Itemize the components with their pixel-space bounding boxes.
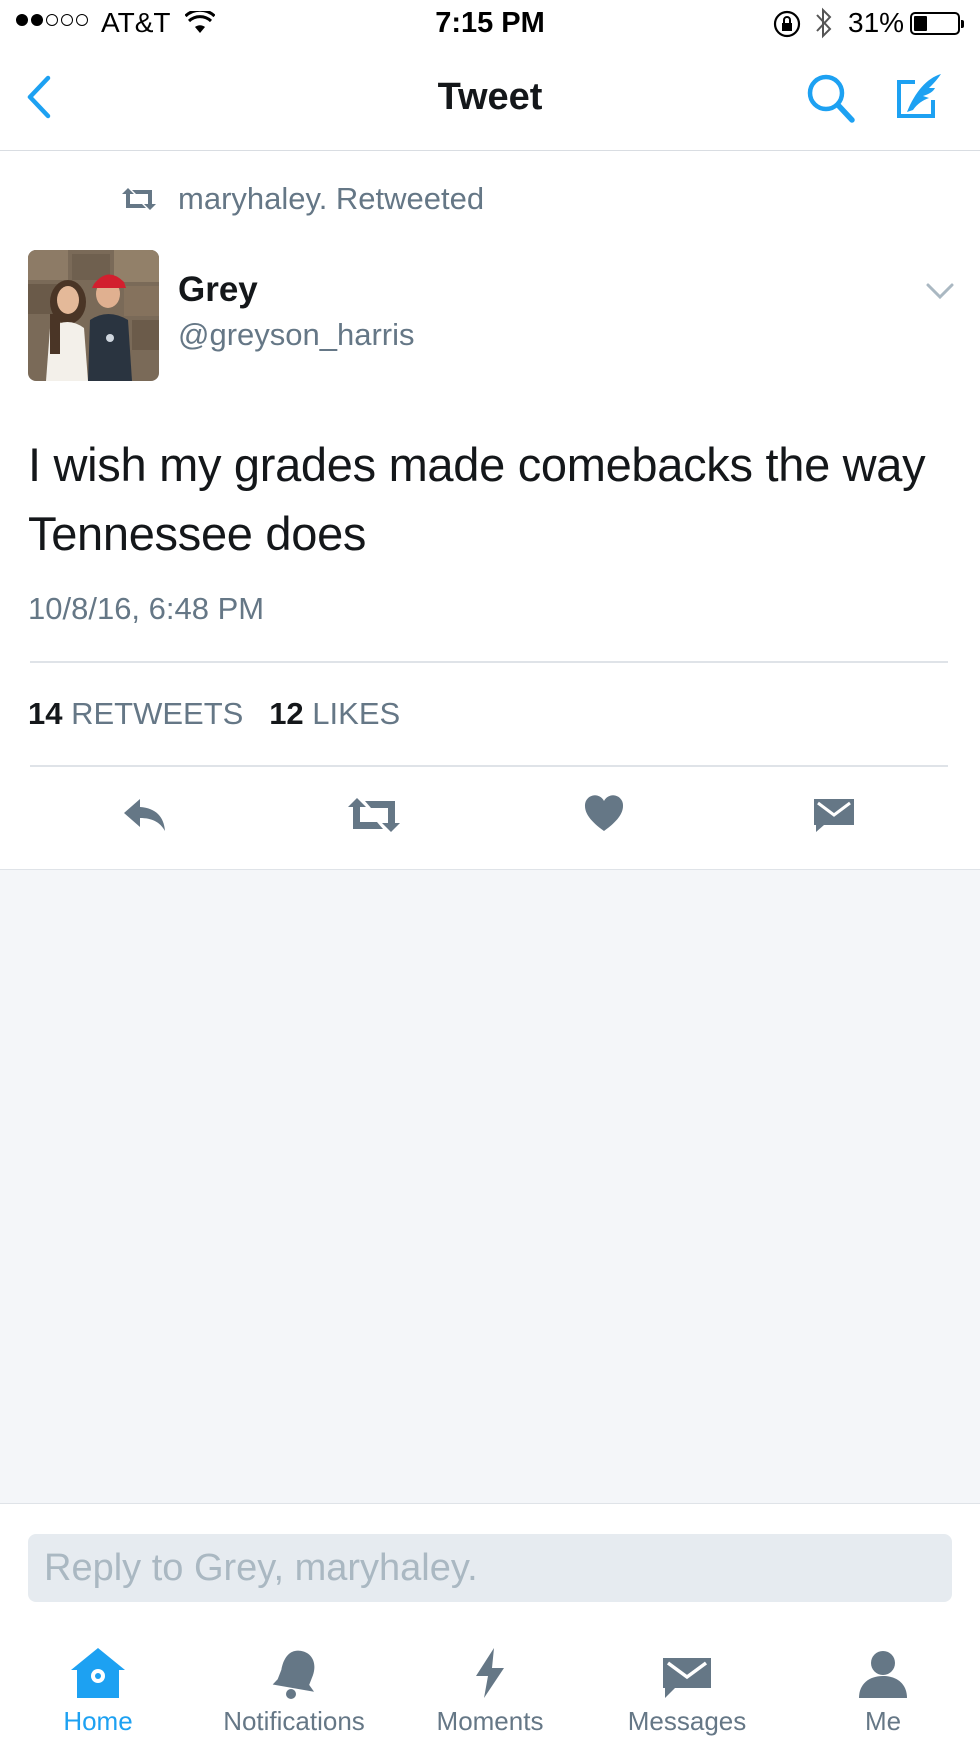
retweet-button[interactable]	[346, 795, 402, 840]
like-icon	[584, 795, 624, 831]
battery-level	[914, 16, 927, 31]
tweet-options-button[interactable]	[925, 282, 955, 305]
tab-messages-label: Messages	[627, 1706, 747, 1736]
retweet-icon	[348, 798, 400, 832]
person-icon	[859, 1651, 907, 1698]
likes-stat[interactable]: 12 LIKES	[269, 696, 400, 731]
direct-message-icon	[814, 799, 854, 832]
navigation-bar: Tweet	[0, 50, 980, 151]
replies-area	[0, 869, 980, 1504]
tweet-text: I wish my grades made comebacks the way …	[28, 438, 926, 560]
tab-messages[interactable]: Messages	[597, 1640, 777, 1737]
envelope-icon	[663, 1658, 711, 1698]
tab-moments[interactable]: Moments	[400, 1640, 580, 1737]
search-button[interactable]	[805, 72, 857, 131]
retweets-label: RETWEETS	[71, 696, 244, 731]
compose-tweet-icon	[897, 74, 941, 118]
likes-count: 12	[269, 696, 304, 731]
battery-icon	[910, 12, 964, 35]
retweet-small-icon	[120, 186, 158, 217]
bluetooth-icon	[814, 6, 834, 47]
retweets-stat[interactable]: 14 RETWEETS	[28, 696, 243, 731]
tab-me-label: Me	[864, 1706, 902, 1736]
tab-moments-label: Moments	[436, 1706, 544, 1736]
lightning-icon	[476, 1648, 504, 1698]
search-icon	[807, 74, 855, 123]
tweet-timestamp: 10/8/16, 6:48 PM	[28, 591, 265, 626]
tweet-stats: 14 RETWEETS 12 LIKES	[28, 696, 400, 732]
tab-home[interactable]: Home	[8, 1640, 188, 1737]
avatar[interactable]	[28, 250, 159, 381]
status-bar: AT&T 7:15 PM 31%	[0, 0, 980, 50]
author-handle[interactable]: @greyson_harris	[178, 317, 415, 353]
home-icon	[71, 1648, 125, 1698]
reply-button[interactable]	[122, 795, 168, 840]
likes-label: LIKES	[312, 696, 401, 731]
author-name[interactable]: Grey	[178, 270, 258, 310]
compose-button[interactable]	[893, 70, 945, 127]
reply-input[interactable]	[28, 1534, 952, 1602]
rotation-lock-icon	[772, 9, 802, 46]
divider	[30, 661, 948, 663]
direct-message-button[interactable]	[812, 795, 856, 838]
bell-icon	[272, 1650, 315, 1699]
tab-notifications[interactable]: Notifications	[204, 1640, 384, 1737]
retweets-count: 14	[28, 696, 63, 731]
tab-home-label: Home	[63, 1706, 133, 1736]
like-button[interactable]	[584, 795, 624, 838]
retweeted-by-label[interactable]: maryhaley. Retweeted	[178, 181, 484, 217]
battery-percent: 31%	[848, 7, 905, 38]
tab-notifications-label: Notifications	[223, 1706, 365, 1736]
chevron-down-icon	[926, 283, 954, 300]
tab-me[interactable]: Me	[793, 1640, 973, 1737]
reply-icon	[124, 799, 165, 831]
divider	[30, 765, 948, 767]
